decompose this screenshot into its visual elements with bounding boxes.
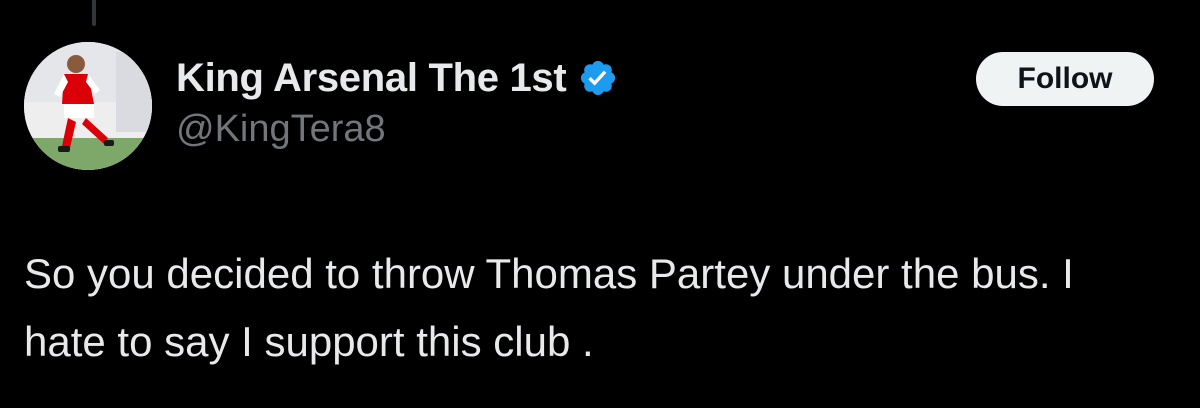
avatar-image [24,42,152,170]
author-display-name[interactable]: King Arsenal The 1st [176,56,567,101]
thread-connector-line [92,0,96,26]
follow-button[interactable]: Follow [976,52,1154,106]
verified-badge-icon[interactable] [578,58,618,98]
avatar[interactable] [24,42,152,170]
author-name-row: King Arsenal The 1st [176,52,618,104]
tweet-text: So you decided to throw Thomas Partey un… [24,250,1074,365]
author-handle[interactable]: @KingTera8 [176,108,386,151]
